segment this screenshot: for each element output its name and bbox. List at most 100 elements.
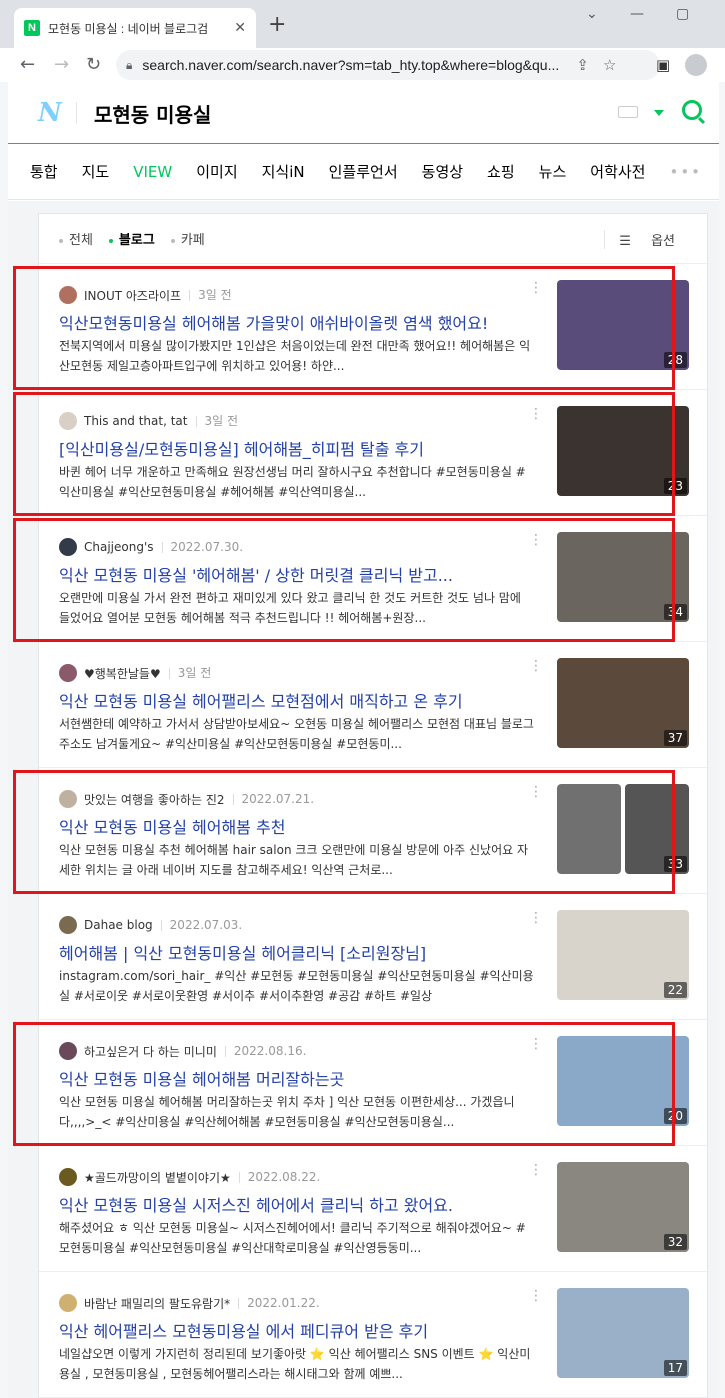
tab-5[interactable]: 인플루언서	[329, 161, 398, 182]
tab-2[interactable]: VIEW	[133, 163, 172, 181]
tab-1[interactable]: 지도	[82, 161, 110, 182]
profile-avatar[interactable]	[59, 412, 77, 430]
more-options-icon[interactable]: ⋮	[529, 280, 543, 296]
filter-blog[interactable]: 블로그	[108, 229, 155, 248]
chevron-down-icon[interactable]: ⌄	[586, 6, 598, 22]
result-item: 바람난 패밀리의 팔도유람기* 2022.01.22. ⋮ 익산 헤어팰리스 모현동미…	[39, 1272, 707, 1398]
post-date: 3일 전	[168, 667, 211, 679]
author-name[interactable]: 하고싶은거 다 하는 미니미	[84, 1043, 217, 1060]
result-title[interactable]: 익산 모현동 미용실 '헤어해봄' / 상한 머릿결 클리닉 받고...	[59, 562, 539, 586]
author-name[interactable]: 바람난 패밀리의 팔도유람기*	[84, 1295, 230, 1312]
author-name[interactable]: ♥행복한날들♥	[84, 665, 161, 682]
image-count: 22	[663, 982, 687, 998]
result-thumbnail[interactable]: 22	[557, 910, 689, 1000]
author-name[interactable]: INOUT 아즈라이프	[84, 287, 181, 304]
minimize-icon[interactable]: —	[630, 6, 644, 22]
naver-logo-icon[interactable]: N	[38, 98, 62, 128]
tab-6[interactable]: 동영상	[422, 161, 463, 182]
more-options-icon[interactable]: ⋮	[529, 784, 543, 800]
keyboard-icon[interactable]	[618, 106, 638, 118]
result-thumbnail[interactable]: 33	[557, 784, 689, 874]
result-description[interactable]: 전북지역에서 미용실 많이가봤지만 1인샵은 처음이었는데 완전 대만족 했어요…	[59, 336, 535, 376]
more-options-icon[interactable]: ⋮	[529, 1036, 543, 1052]
star-icon[interactable]: ☆	[603, 56, 616, 74]
result-title[interactable]: 익산 모현동 미용실 헤어해봄 추천	[59, 814, 539, 838]
address-bar: ← → ↻ 🔒︎ search.naver.com/search.naver?s…	[0, 48, 725, 82]
result-title[interactable]: 헤어해봄 | 익산 모현동미용실 헤어클리닉 [소리원장님]	[59, 940, 539, 964]
result-title[interactable]: [익산미용실/모현동미용실] 헤어해봄_히피펌 탈출 후기	[59, 436, 539, 460]
more-options-icon[interactable]: ⋮	[529, 406, 543, 422]
image-count: 34	[663, 604, 687, 620]
options-button[interactable]: ☰ 옵션	[604, 230, 691, 249]
search-icon[interactable]	[682, 100, 702, 120]
result-description[interactable]: 서현쌤한테 예약하고 가서서 상담받아보세요~ 오현동 미용실 헤어팰리스 모현…	[59, 714, 535, 754]
close-icon[interactable]: ✕	[234, 20, 246, 36]
result-description[interactable]: 네일샵오면 이렇게 가지런히 정리된데 보기좋아랏 ⭐ 익산 헤어팰리스 SNS…	[59, 1344, 535, 1384]
result-description[interactable]: instagram.com/sori_hair_ #익산 #모현동 #모현동미용…	[59, 966, 535, 1006]
search-query[interactable]: 모현동 미용실	[94, 99, 211, 128]
result-thumbnail[interactable]: 34	[557, 532, 689, 622]
author-name[interactable]: 맛있는 여행을 좋아하는 진2	[84, 791, 225, 808]
result-thumbnail[interactable]: 28	[557, 280, 689, 370]
result-description[interactable]: 익산 모현동 미용실 헤어해봄 머리잘하는곳 위치 주차 ] 익산 모현동 이편…	[59, 1092, 535, 1132]
options-label: 옵션	[651, 234, 675, 249]
result-thumbnail[interactable]: 32	[557, 1162, 689, 1252]
result-thumbnail[interactable]: 23	[557, 406, 689, 496]
result-thumbnail[interactable]: 20	[557, 1036, 689, 1126]
result-thumbnail[interactable]: 17	[557, 1288, 689, 1378]
more-options-icon[interactable]: ⋮	[529, 910, 543, 926]
maximize-icon[interactable]: ▢	[676, 6, 689, 22]
result-title[interactable]: 익산 모현동 미용실 헤어팰리스 모현점에서 매직하고 온 후기	[59, 688, 539, 712]
share-icon[interactable]: ⇪	[576, 56, 589, 74]
profile-avatar[interactable]	[59, 286, 77, 304]
author-name[interactable]: Dahae blog	[84, 918, 153, 932]
tab-3[interactable]: 이미지	[196, 161, 237, 182]
tab-7[interactable]: 쇼핑	[487, 161, 515, 182]
profile-avatar[interactable]	[59, 664, 77, 682]
tab-9[interactable]: 어학사전	[590, 161, 645, 182]
more-icon[interactable]: •••	[669, 163, 702, 181]
result-title[interactable]: 익산모현동미용실 헤어해봄 가을맞이 애쉬바이올렛 염색 했어요!	[59, 310, 539, 334]
more-options-icon[interactable]: ⋮	[529, 1162, 543, 1178]
forward-icon[interactable]: →	[54, 54, 69, 75]
back-icon[interactable]: ←	[20, 54, 35, 75]
profile-avatar[interactable]	[59, 538, 77, 556]
result-item: ♥행복한날들♥ 3일 전 ⋮ 익산 모현동 미용실 헤어팰리스 모현점에서 매직하고 …	[39, 642, 707, 768]
result-title[interactable]: 익산 헤어팰리스 모현동미용실 에서 페디큐어 받은 후기	[59, 1318, 539, 1342]
filter-cafe[interactable]: 카페	[170, 229, 205, 248]
filter-all[interactable]: 전체	[59, 229, 93, 248]
result-description[interactable]: 오랜만에 미용실 가서 완전 편하고 재미있게 있다 왔고 클리닉 한 것도 커…	[59, 588, 535, 628]
lock-icon[interactable]: 🔒︎	[126, 58, 132, 73]
result-meta: INOUT 아즈라이프 3일 전	[59, 286, 232, 304]
browser-tab[interactable]: N 모현동 미용실 : 네이버 블로그검 ✕	[14, 8, 256, 48]
reload-icon[interactable]: ↻	[86, 54, 101, 75]
image-count: 17	[663, 1360, 687, 1376]
dropdown-icon[interactable]	[654, 110, 664, 116]
profile-avatar[interactable]	[59, 1042, 77, 1060]
filter-bar: 전체 블로그 카페 ☰ 옵션	[39, 214, 707, 264]
url-field[interactable]: 🔒︎ search.naver.com/search.naver?sm=tab_…	[116, 50, 660, 80]
tab-4[interactable]: 지식iN	[262, 161, 305, 182]
profile-icon[interactable]	[685, 54, 707, 76]
result-thumbnail[interactable]: 37	[557, 658, 689, 748]
sidepanel-icon[interactable]: ▣	[656, 56, 670, 74]
more-options-icon[interactable]: ⋮	[529, 1288, 543, 1304]
more-options-icon[interactable]: ⋮	[529, 532, 543, 548]
profile-avatar[interactable]	[59, 916, 77, 934]
author-name[interactable]: Chajjeong's	[84, 540, 154, 554]
new-tab-icon[interactable]: +	[268, 12, 286, 37]
profile-avatar[interactable]	[59, 790, 77, 808]
more-options-icon[interactable]: ⋮	[529, 658, 543, 674]
tab-8[interactable]: 뉴스	[539, 161, 567, 182]
author-name[interactable]: ★골드까망이의 볕볕이야기★	[84, 1169, 231, 1186]
result-description[interactable]: 해주셨어요 ㅎ 익산 모현동 미용실~ 시저스진헤어에서! 클리닉 주기적으로 …	[59, 1218, 535, 1258]
profile-avatar[interactable]	[59, 1168, 77, 1186]
tab-0[interactable]: 통합	[30, 161, 58, 182]
post-date: 2022.07.21.	[232, 793, 314, 805]
result-description[interactable]: 바퀸 헤어 너무 개운하고 만족해요 원장선생님 머리 잘하시구요 추천합니다 …	[59, 462, 535, 502]
result-title[interactable]: 익산 모현동 미용실 시저스진 헤어에서 클리닉 하고 왔어요.	[59, 1192, 539, 1216]
result-description[interactable]: 익산 모현동 미용실 추천 헤어해봄 hair salon 크크 오랜만에 미용…	[59, 840, 535, 880]
result-title[interactable]: 익산 모현동 미용실 헤어해봄 머리잘하는곳	[59, 1066, 539, 1090]
author-name[interactable]: This and that, tat	[84, 414, 188, 428]
profile-avatar[interactable]	[59, 1294, 77, 1312]
